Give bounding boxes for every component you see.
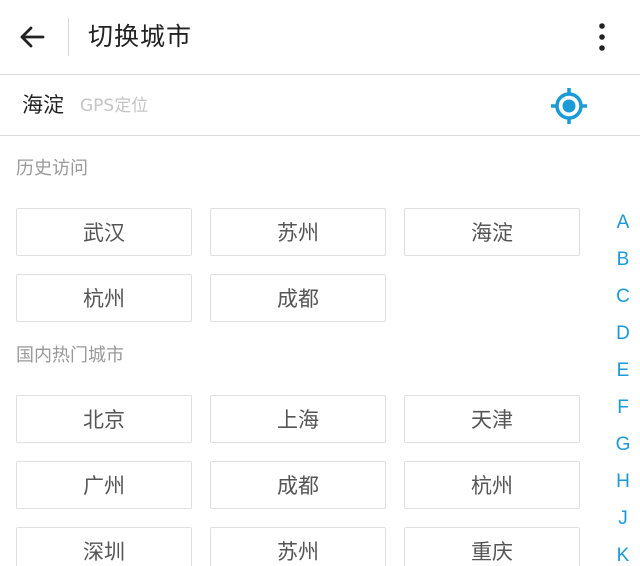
history-section-title: 历史访问: [16, 158, 88, 179]
history-city-chip[interactable]: 海淀: [404, 208, 580, 256]
history-city-chip[interactable]: 成都: [210, 274, 386, 322]
hot-cities-section-title: 国内热门城市: [16, 345, 124, 366]
more-options-button[interactable]: [580, 14, 624, 60]
more-vertical-icon: [599, 23, 605, 51]
app-header: 切换城市: [0, 0, 640, 75]
gps-label: GPS定位: [80, 96, 149, 116]
index-letter-a[interactable]: A: [608, 208, 638, 238]
history-city-chip[interactable]: 杭州: [16, 274, 192, 322]
index-letter-f[interactable]: F: [608, 393, 638, 423]
current-city[interactable]: 海淀: [22, 89, 64, 121]
hot-city-chip[interactable]: 深圳: [16, 527, 192, 566]
index-letter-j[interactable]: J: [608, 504, 638, 534]
hot-city-chip[interactable]: 杭州: [404, 461, 580, 509]
arrow-left-icon: [20, 26, 45, 48]
index-letter-k[interactable]: K: [608, 541, 638, 566]
hot-city-chip[interactable]: 北京: [16, 395, 192, 443]
index-letter-h[interactable]: H: [608, 467, 638, 497]
index-letter-g[interactable]: G: [608, 430, 638, 460]
hot-city-chip[interactable]: 广州: [16, 461, 192, 509]
hot-city-chip[interactable]: 成都: [210, 461, 386, 509]
hot-city-chip[interactable]: 上海: [210, 395, 386, 443]
alphabet-index[interactable]: A B C D E F G H J K: [608, 206, 638, 566]
index-letter-c[interactable]: C: [608, 282, 638, 312]
gps-target-icon: [551, 88, 587, 124]
history-city-chip[interactable]: 苏州: [210, 208, 386, 256]
hot-city-chip[interactable]: 重庆: [404, 527, 580, 566]
hot-city-chip[interactable]: 苏州: [210, 527, 386, 566]
page-title: 切换城市: [88, 22, 193, 51]
back-button[interactable]: [12, 15, 52, 59]
history-city-chip[interactable]: 武汉: [16, 208, 192, 256]
index-letter-d[interactable]: D: [608, 319, 638, 349]
city-switch-page: 切换城市 海淀 GPS定位 历史访问 武汉 苏州 海淀 杭州 成都 国内热门城市…: [0, 0, 640, 566]
locate-button[interactable]: [548, 85, 590, 127]
header-divider: [68, 18, 69, 56]
location-bar: 海淀 GPS定位: [0, 75, 640, 136]
index-letter-e[interactable]: E: [608, 356, 638, 386]
index-letter-b[interactable]: B: [608, 245, 638, 275]
hot-city-chip[interactable]: 天津: [404, 395, 580, 443]
